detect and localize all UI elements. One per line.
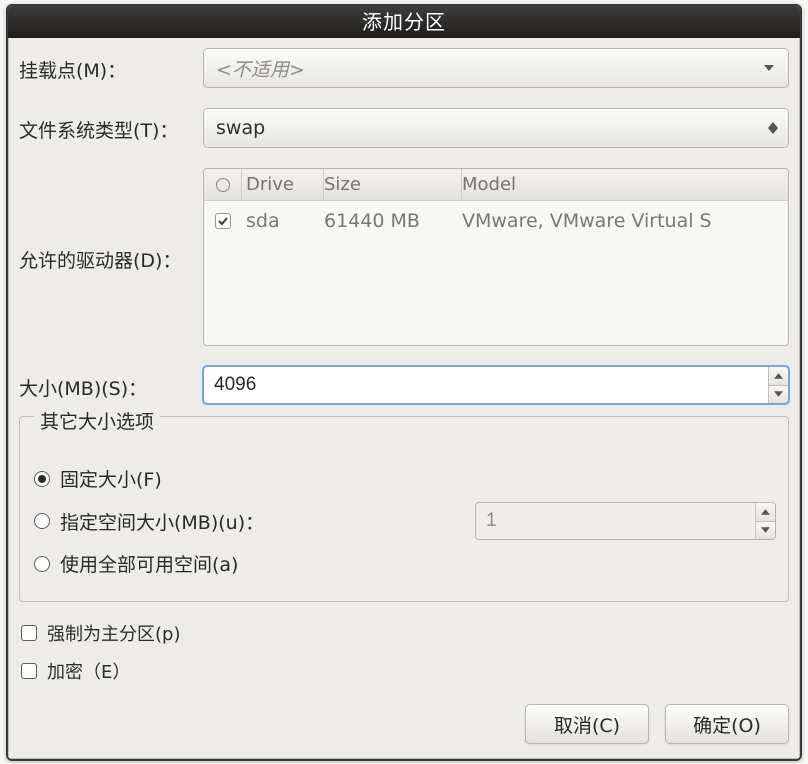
fillup-entry	[475, 502, 776, 540]
mountpoint-placeholder: <不适用>	[216, 55, 754, 82]
fstype-combo[interactable]: swap	[203, 108, 789, 148]
size-options-legend: 其它大小选项	[34, 407, 160, 434]
spin-icon[interactable]	[762, 122, 784, 134]
radio-useall-label: 使用全部可用空间(a)	[60, 550, 238, 577]
ok-button[interactable]: 确定(O)	[665, 704, 789, 744]
force-primary-checkbox[interactable]	[21, 625, 37, 641]
radio-fixed[interactable]	[34, 471, 50, 487]
spinner-down-icon[interactable]	[769, 386, 788, 404]
header-model[interactable]: Model	[462, 169, 788, 200]
encrypt-checkbox[interactable]	[21, 663, 37, 679]
radio-fillup[interactable]	[34, 513, 50, 529]
window-title: 添加分区	[8, 6, 800, 38]
fstype-value: swap	[216, 117, 762, 139]
radio-useall[interactable]	[34, 556, 50, 572]
header-check-icon[interactable]	[204, 169, 242, 200]
fillup-input	[476, 503, 755, 539]
fstype-label: 文件系统类型(T)：	[19, 108, 203, 143]
cancel-button[interactable]: 取消(C)	[525, 704, 649, 744]
size-options-group: 其它大小选项 固定大小(F) 指定空间大小(MB)(u)： 使用全部	[19, 416, 789, 602]
dialog-body: 挂载点(M)： <不适用> 文件系统类型(T)： swap	[8, 38, 800, 759]
size-spinner[interactable]	[768, 367, 788, 403]
mountpoint-combo[interactable]: <不适用>	[203, 48, 789, 88]
header-drive[interactable]: Drive	[242, 169, 324, 200]
encrypt-label: 加密（E）	[47, 658, 130, 684]
spinner-up-icon	[756, 503, 775, 522]
spinner-down-icon	[756, 522, 775, 540]
row-drive: sda	[242, 210, 324, 232]
radio-fixed-label: 固定大小(F)	[60, 465, 162, 492]
drives-header: Drive Size Model	[204, 169, 788, 201]
drives-listbox[interactable]: Drive Size Model sda 61440 MB VMware, VM…	[203, 168, 789, 346]
mountpoint-label: 挂载点(M)：	[19, 48, 203, 83]
header-size[interactable]: Size	[324, 169, 462, 200]
force-primary-label: 强制为主分区(p)	[47, 620, 180, 646]
row-model: VMware, VMware Virtual S	[462, 210, 788, 232]
drives-label: 允许的驱动器(D)：	[19, 168, 203, 273]
size-input[interactable]	[204, 367, 768, 403]
row-size: 61440 MB	[324, 210, 462, 232]
size-entry[interactable]	[203, 366, 789, 404]
row-check-icon[interactable]	[215, 213, 231, 229]
fillup-spinner	[755, 503, 775, 539]
table-row[interactable]: sda 61440 MB VMware, VMware Virtual S	[204, 201, 788, 241]
chevron-down-icon[interactable]	[754, 49, 784, 87]
spinner-up-icon[interactable]	[769, 367, 788, 386]
radio-fillup-label: 指定空间大小(MB)(u)：	[60, 508, 465, 535]
size-label: 大小(MB)(S)：	[19, 366, 203, 401]
